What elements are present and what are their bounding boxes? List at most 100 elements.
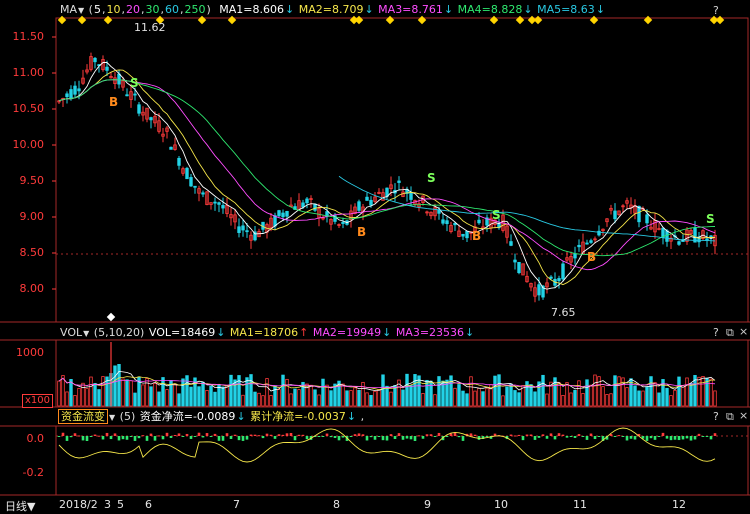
period-selector[interactable]: 日线▼ bbox=[5, 498, 35, 514]
candle-body bbox=[385, 187, 389, 197]
ma4-value: MA4=8.828 bbox=[457, 3, 523, 16]
event-markers[interactable] bbox=[57, 15, 725, 322]
volume-bar bbox=[437, 376, 441, 407]
restore-icon[interactable]: ⧉ bbox=[726, 326, 734, 340]
chevron-down-icon[interactable]: ▼ bbox=[83, 329, 89, 338]
buy-signal[interactable]: B bbox=[472, 229, 481, 243]
volume-bar bbox=[269, 395, 273, 407]
fund-flow-bar bbox=[681, 436, 685, 440]
restore-icon[interactable]: ⧉ bbox=[726, 410, 734, 424]
chevron-down-icon[interactable]: ▼ bbox=[109, 413, 115, 422]
fund-flow-bar bbox=[461, 436, 465, 441]
candle-body bbox=[705, 238, 709, 241]
fund-flow-bar bbox=[109, 436, 113, 440]
candlestick-series[interactable] bbox=[57, 52, 717, 303]
fund-flow-bar bbox=[269, 434, 273, 436]
volume-bar bbox=[545, 393, 549, 407]
fund-flow-bar bbox=[197, 432, 201, 436]
fund-flow-bar bbox=[565, 436, 569, 438]
fund-net-value: 资金净流=-0.0089 bbox=[139, 410, 236, 423]
arrow-up-icon: ↑ bbox=[299, 326, 309, 339]
fund-flow-bar bbox=[693, 436, 697, 440]
help-icon[interactable]: ? bbox=[713, 410, 719, 423]
fund-flow-bar bbox=[629, 436, 633, 439]
candle-body bbox=[677, 241, 681, 245]
sell-signal[interactable]: S bbox=[427, 171, 436, 185]
volume-bar bbox=[681, 385, 685, 407]
volume-bar bbox=[477, 387, 481, 407]
fund-flow-bar bbox=[509, 434, 513, 436]
sell-signal[interactable]: S bbox=[492, 208, 501, 222]
ma-param-3: 20 bbox=[125, 3, 140, 16]
fund-flow-bar bbox=[525, 434, 529, 436]
chevron-down-icon[interactable]: ▼ bbox=[78, 6, 84, 15]
candle-body bbox=[561, 263, 565, 280]
volume-bar bbox=[125, 379, 129, 407]
volume-bar bbox=[113, 365, 117, 407]
candle-body bbox=[577, 244, 581, 248]
fund-flow-bar bbox=[221, 436, 225, 441]
fund-flow-bars[interactable] bbox=[57, 432, 717, 441]
volume-bar bbox=[221, 386, 225, 407]
ma-param-1: 5 bbox=[93, 3, 101, 16]
candle-body bbox=[357, 201, 361, 211]
candle-body bbox=[193, 185, 197, 188]
volume-bar bbox=[149, 386, 153, 407]
candle-body bbox=[189, 177, 193, 187]
candle-body bbox=[285, 211, 289, 217]
volume-bar bbox=[81, 382, 85, 407]
candle-body bbox=[453, 222, 457, 226]
fund-header: 资金流变 ▼ (5) 资金净流=-0.0089↓ 累计净流=-0.0037↓ , bbox=[58, 409, 365, 425]
volume-bar bbox=[329, 390, 333, 407]
fund-flow-bar bbox=[225, 433, 229, 436]
candle-body bbox=[313, 203, 317, 211]
sell-signal[interactable]: S bbox=[130, 76, 139, 90]
fund-flow-bar bbox=[253, 434, 257, 436]
buy-signal[interactable]: B bbox=[357, 225, 366, 239]
volume-bar bbox=[597, 376, 601, 407]
buy-signal[interactable]: B bbox=[109, 95, 118, 109]
fund-indicator-dropdown[interactable]: 资金流变 bbox=[58, 409, 108, 424]
fund-flow-bar bbox=[633, 436, 637, 440]
fund-flow-bar bbox=[653, 436, 657, 440]
candle-body bbox=[509, 241, 513, 246]
help-icon[interactable]: ? bbox=[713, 4, 719, 17]
volume-bars[interactable] bbox=[57, 342, 717, 407]
help-icon[interactable]: ? bbox=[713, 326, 719, 339]
fund-flow-bar bbox=[349, 436, 353, 437]
date-tick: 12 bbox=[672, 498, 686, 511]
volume-bar bbox=[665, 387, 669, 407]
volume-bar bbox=[229, 374, 233, 407]
volume-bar bbox=[341, 383, 345, 407]
fund-flow-bar bbox=[657, 436, 661, 437]
candle-body bbox=[301, 202, 305, 208]
buy-signal[interactable]: B bbox=[587, 250, 596, 264]
volume-bar bbox=[201, 381, 205, 407]
arrow-down-icon: ↓ bbox=[443, 3, 454, 16]
fund-flow-bar bbox=[157, 435, 161, 437]
fund-flow-bar bbox=[277, 434, 281, 436]
y-tick: 8.00 bbox=[19, 282, 45, 295]
fund-flow-bar bbox=[213, 433, 217, 436]
close-icon[interactable]: × bbox=[739, 409, 748, 422]
chart-canvas[interactable] bbox=[0, 0, 750, 513]
ma-indicator-name[interactable]: MA bbox=[60, 3, 77, 16]
volume-bar bbox=[261, 395, 265, 407]
fund-flow-bar bbox=[333, 436, 337, 438]
sell-signal[interactable]: S bbox=[706, 212, 715, 226]
candle-body bbox=[365, 196, 369, 201]
volume-bar bbox=[285, 378, 289, 407]
y-tick: 8.50 bbox=[19, 246, 45, 259]
close-icon[interactable]: × bbox=[739, 325, 748, 338]
ma5-value: MA5=8.63 bbox=[537, 3, 595, 16]
volume-bar bbox=[609, 393, 613, 407]
fund-flow-bar bbox=[297, 434, 301, 436]
volume-bar bbox=[401, 389, 405, 407]
fund-flow-bar bbox=[405, 436, 409, 439]
date-tick: 11 bbox=[573, 498, 587, 511]
arrow-down-icon: ↓ bbox=[595, 3, 606, 16]
vol-indicator-name[interactable]: VOL bbox=[60, 326, 82, 339]
volume-bar bbox=[405, 373, 409, 407]
volume-bar bbox=[409, 385, 413, 407]
fund-cumulative-value: 累计净流=-0.0037 bbox=[250, 410, 346, 423]
